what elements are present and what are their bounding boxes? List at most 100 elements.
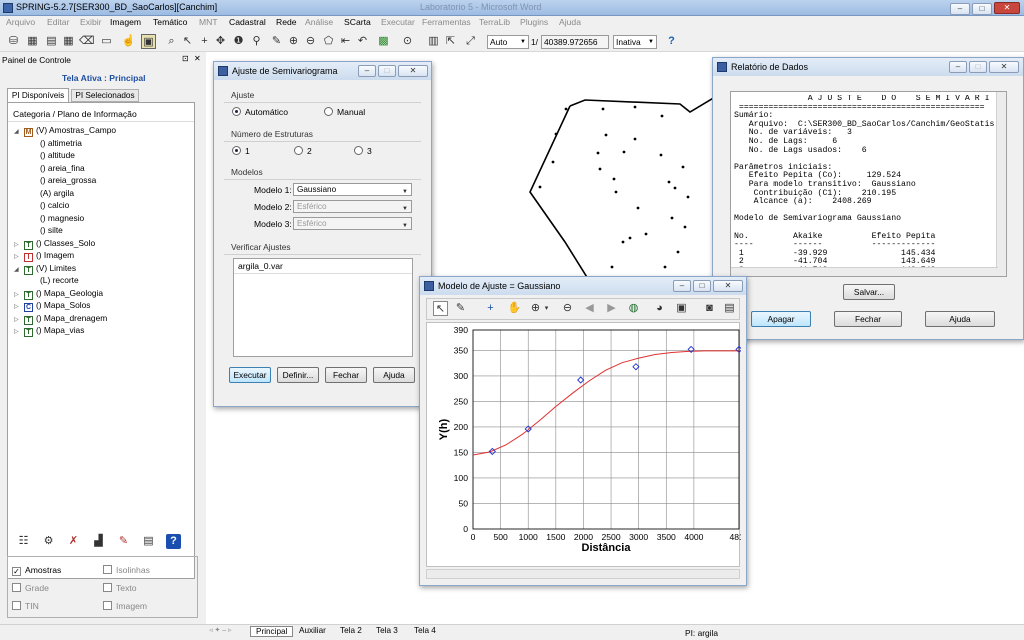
minimize-button[interactable]: –	[673, 280, 691, 292]
executar-button[interactable]: Executar	[229, 367, 271, 383]
nav-icons[interactable]: ◃ ✦ – ▹	[209, 626, 232, 634]
modelo3-select[interactable]: Esférico ▼	[293, 217, 412, 230]
tree-item[interactable]: () areia_fina	[12, 162, 192, 175]
help-icon[interactable]: ?	[664, 34, 679, 49]
check-isolinhas[interactable]: Isolinhas	[103, 565, 150, 575]
edit-icon[interactable]: ✎	[269, 34, 284, 49]
zoom-out-icon[interactable]: ⊖	[560, 301, 575, 316]
screen-icon[interactable]: ▭	[99, 34, 114, 49]
check-grade[interactable]: Grade	[12, 583, 49, 593]
screen-tab[interactable]: Auxiliar	[299, 626, 326, 635]
tree-item[interactable]: () calcio	[12, 199, 192, 212]
check-imagem[interactable]: Imagem	[103, 601, 147, 611]
chart-scrollbar[interactable]	[426, 569, 740, 579]
refresh-icon[interactable]: ▩	[376, 34, 391, 49]
minimize-button[interactable]: –	[949, 61, 967, 73]
close-button[interactable]: ✕	[989, 61, 1019, 73]
fechar-button[interactable]: Fechar	[834, 311, 902, 327]
menu-plugins[interactable]: Plugins	[520, 17, 548, 27]
palette-icon[interactable]: ◕	[652, 301, 667, 316]
definir-button[interactable]: Definir...	[277, 367, 319, 383]
menu-analise[interactable]: Análise	[305, 17, 333, 27]
tree-item[interactable]: ▷ C() Mapa_Solos	[12, 299, 192, 312]
project-icon[interactable]: ▦	[25, 34, 40, 49]
minimize-button[interactable]: –	[358, 65, 376, 77]
chevron-down-icon[interactable]: ▾	[539, 301, 554, 316]
undo-icon[interactable]: ↶	[355, 34, 370, 49]
radio-manual[interactable]: Manual	[324, 107, 365, 117]
ajustes-list[interactable]: argila_0.var	[233, 258, 413, 357]
tree-item[interactable]: () silte	[12, 224, 192, 237]
eraser-icon[interactable]: ⌫	[79, 34, 95, 49]
sync-icon[interactable]: ⤢	[463, 34, 478, 49]
zoom-area-icon[interactable]: ⬠	[321, 34, 336, 49]
pencil-icon[interactable]: ✎	[116, 534, 131, 549]
export-icon[interactable]: ▤	[722, 301, 737, 316]
apagar-button[interactable]: Apagar	[751, 311, 811, 327]
check-tin[interactable]: TIN	[12, 601, 39, 611]
modelo2-select[interactable]: Esférico ▼	[293, 200, 412, 213]
tree-item[interactable]: (A) argila	[12, 187, 192, 200]
tree-item[interactable]: ▷ T() Mapa_vias	[12, 324, 192, 337]
report-text[interactable]: A J U S T E D O S E M I V A R I ========…	[730, 91, 1007, 277]
tree-item[interactable]: ◢ T (V) Limites	[12, 262, 192, 275]
back-arrow-icon[interactable]: ◀	[582, 301, 597, 316]
menu-scarta[interactable]: SCarta	[344, 17, 371, 27]
zoom-in-icon[interactable]: ⊕	[286, 34, 301, 49]
zoom-tool-icon[interactable]: ⌕	[164, 34, 179, 49]
salvar-button[interactable]: Salvar...	[843, 284, 895, 300]
tree-item[interactable]: () altitude	[12, 149, 192, 162]
menu-tematico[interactable]: Temático	[153, 17, 187, 27]
list-icon[interactable]: ☷	[16, 534, 31, 549]
close-button[interactable]: ✕	[713, 280, 743, 292]
float-icon[interactable]: ⊡	[182, 54, 189, 63]
cross-icon[interactable]: +	[197, 34, 212, 49]
menu-ajuda[interactable]: Ajuda	[559, 17, 581, 27]
ajuda-button[interactable]: Ajuda	[373, 367, 415, 383]
menu-ferramentas[interactable]: Ferramentas	[422, 17, 471, 27]
radio-3[interactable]: 3	[354, 146, 372, 156]
modelo1-select[interactable]: Gaussiano ▼	[293, 183, 412, 196]
radio-1[interactable]: 1	[232, 146, 250, 156]
minimize-button[interactable]: –	[950, 3, 970, 15]
close-button[interactable]: ✕	[994, 2, 1020, 14]
tree-item[interactable]: (L) recorte	[12, 274, 192, 287]
maximize-button[interactable]: □	[972, 3, 992, 15]
select-icon[interactable]: ↖	[180, 34, 195, 49]
tree-item[interactable]: () areia_grossa	[12, 174, 192, 187]
magnifier-icon[interactable]: ⊙	[400, 34, 415, 49]
panel-close-icon[interactable]: ✕	[194, 54, 201, 63]
fechar-button[interactable]: Fechar	[325, 367, 367, 383]
maximize-button[interactable]: □	[378, 65, 396, 77]
tab-pi-selecionados[interactable]: PI Selecionados	[71, 89, 139, 102]
close-button[interactable]: ✕	[398, 65, 428, 77]
zoom-out-icon[interactable]: ⊖	[303, 34, 318, 49]
pan-hand-icon[interactable]: ✋	[507, 301, 522, 316]
menu-terralib[interactable]: TerraLib	[479, 17, 510, 27]
crosshair-icon[interactable]: +	[483, 301, 498, 316]
tree-item[interactable]: ▷ I() Imagem	[12, 249, 192, 262]
properties-icon[interactable]: ⚙	[41, 534, 56, 549]
cursor-icon[interactable]: ⇱	[443, 34, 458, 49]
tools-icon[interactable]: ✗	[66, 534, 81, 549]
menu-cadastral[interactable]: Cadastral	[229, 17, 266, 27]
camera-icon[interactable]: ◙	[702, 301, 717, 316]
menu-arquivo[interactable]: Arquivo	[6, 17, 35, 27]
pointer-icon[interactable]: ☝	[121, 34, 136, 49]
info-circle-icon[interactable]: ❶	[231, 34, 246, 49]
auto-select[interactable]: Auto ▼	[487, 35, 529, 49]
tree-item[interactable]: ▷ T() Classes_Solo	[12, 237, 192, 250]
tree-item[interactable]: ◢ M (V) Amostras_Campo	[12, 124, 192, 137]
vertical-scrollbar[interactable]	[996, 92, 1006, 276]
screen-tab[interactable]: Tela 2	[340, 626, 362, 635]
scale-field[interactable]: 40389.972656	[541, 35, 609, 49]
menu-executar[interactable]: Executar	[381, 17, 415, 27]
forward-arrow-icon[interactable]: ▶	[604, 301, 619, 316]
layers-icon[interactable]: ▤	[44, 34, 59, 49]
grid-icon[interactable]: ▦	[61, 34, 76, 49]
back-icon[interactable]: ⇤	[338, 34, 353, 49]
expand-icon[interactable]: ▷	[14, 326, 24, 339]
chart-icon[interactable]: ▟	[91, 534, 106, 549]
menu-exibir[interactable]: Exibir	[80, 17, 102, 27]
label-icon[interactable]: ✎	[453, 301, 468, 316]
